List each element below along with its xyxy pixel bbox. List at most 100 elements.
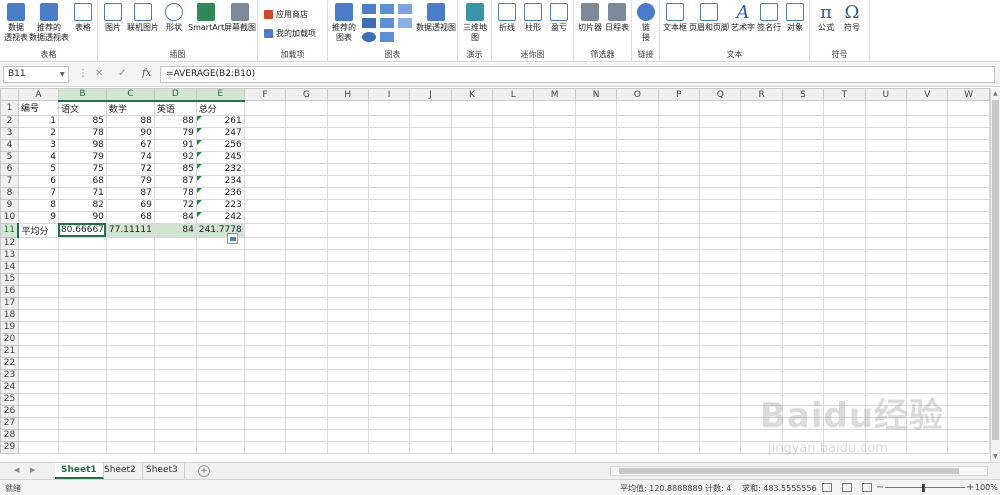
- cell-h15[interactable]: [326, 272, 369, 286]
- cell-d22[interactable]: [153, 356, 197, 370]
- cell-v20[interactable]: [906, 332, 949, 346]
- cell-o12[interactable]: [616, 236, 659, 250]
- cell-s9[interactable]: [781, 198, 825, 212]
- cell-d15[interactable]: [153, 272, 197, 286]
- cell-p27[interactable]: [657, 416, 701, 430]
- cell-e20[interactable]: [195, 332, 245, 346]
- cell-g29[interactable]: [285, 440, 328, 454]
- cell-b25[interactable]: [57, 392, 107, 406]
- cell-h20[interactable]: [326, 332, 369, 346]
- cell-h6[interactable]: [326, 162, 369, 176]
- cell-h21[interactable]: [326, 344, 369, 358]
- cell-m14[interactable]: [533, 260, 576, 274]
- cell-k18[interactable]: [450, 308, 494, 322]
- cell-g2[interactable]: [285, 114, 328, 128]
- screenshot-button[interactable]: 屏幕截图: [224, 3, 256, 33]
- cell-t21[interactable]: [823, 344, 866, 358]
- symbol-button[interactable]: Ω 符号: [840, 3, 864, 33]
- cell-o20[interactable]: [616, 332, 659, 346]
- cell-r22[interactable]: [740, 356, 783, 370]
- cell-l12[interactable]: [492, 236, 535, 250]
- cell-n23[interactable]: [574, 368, 618, 382]
- cell-e29[interactable]: [195, 440, 245, 454]
- cell-j24[interactable]: [409, 380, 452, 394]
- cell-s29[interactable]: [781, 440, 825, 454]
- status-count[interactable]: 计数: 4: [705, 483, 731, 494]
- cell-k9[interactable]: [450, 198, 494, 212]
- cell-n2[interactable]: [574, 114, 618, 128]
- cell-n6[interactable]: [574, 162, 618, 176]
- column-header-n[interactable]: N: [574, 88, 618, 101]
- cell-w25[interactable]: [947, 392, 990, 406]
- cell-n14[interactable]: [574, 260, 618, 274]
- cell-m5[interactable]: [533, 150, 576, 164]
- cell-o15[interactable]: [616, 272, 659, 286]
- cell-a14[interactable]: [17, 260, 59, 274]
- cell-e10[interactable]: 242: [195, 210, 245, 224]
- cell-j20[interactable]: [409, 332, 452, 346]
- cell-b20[interactable]: [57, 332, 107, 346]
- cell-m29[interactable]: [533, 440, 576, 454]
- cell-e22[interactable]: [195, 356, 245, 370]
- cell-d12[interactable]: [153, 236, 197, 250]
- cell-m15[interactable]: [533, 272, 576, 286]
- cell-b2[interactable]: 85: [57, 114, 107, 128]
- cell-s11[interactable]: [781, 222, 825, 238]
- timeline-button[interactable]: 日程表: [604, 3, 630, 33]
- cell-l28[interactable]: [492, 428, 535, 442]
- select-all-corner[interactable]: [0, 88, 19, 101]
- cell-i28[interactable]: [367, 428, 411, 442]
- zoom-in-icon[interactable]: +: [966, 482, 974, 493]
- cell-h19[interactable]: [326, 320, 369, 334]
- cell-i19[interactable]: [367, 320, 411, 334]
- cell-i23[interactable]: [367, 368, 411, 382]
- cell-l24[interactable]: [492, 380, 535, 394]
- cell-w18[interactable]: [947, 308, 990, 322]
- cell-r10[interactable]: [740, 210, 783, 224]
- cell-q28[interactable]: [699, 428, 742, 442]
- row-header[interactable]: 14: [0, 260, 19, 274]
- cell-p28[interactable]: [657, 428, 701, 442]
- cell-c27[interactable]: [105, 416, 155, 430]
- cell-n26[interactable]: [574, 404, 618, 418]
- cell-u19[interactable]: [864, 320, 908, 334]
- cell-t28[interactable]: [823, 428, 866, 442]
- shapes-button[interactable]: 形状: [162, 3, 186, 33]
- cell-j6[interactable]: [409, 162, 452, 176]
- cell-h16[interactable]: [326, 284, 369, 298]
- cell-q25[interactable]: [699, 392, 742, 406]
- object-button[interactable]: 对象: [782, 3, 808, 33]
- column-header-t[interactable]: T: [823, 88, 866, 101]
- cell-o16[interactable]: [616, 284, 659, 298]
- cell-p22[interactable]: [657, 356, 701, 370]
- cell-o5[interactable]: [616, 150, 659, 164]
- cell-b22[interactable]: [57, 356, 107, 370]
- cell-q16[interactable]: [699, 284, 742, 298]
- cell-v26[interactable]: [906, 404, 949, 418]
- cell-o6[interactable]: [616, 162, 659, 176]
- cell-k20[interactable]: [450, 332, 494, 346]
- cell-b3[interactable]: 78: [57, 126, 107, 140]
- cell-u29[interactable]: [864, 440, 908, 454]
- statistic-chart-icon[interactable]: [380, 18, 394, 28]
- cell-u25[interactable]: [864, 392, 908, 406]
- cell-d5[interactable]: 92: [153, 150, 197, 164]
- cell-a4[interactable]: 3: [17, 138, 59, 152]
- cell-d10[interactable]: 84: [153, 210, 197, 224]
- cell-k1[interactable]: [450, 100, 494, 116]
- cell-r27[interactable]: [740, 416, 783, 430]
- cell-q4[interactable]: [699, 138, 742, 152]
- cell-k25[interactable]: [450, 392, 494, 406]
- row-header[interactable]: 10: [0, 210, 19, 224]
- cell-q26[interactable]: [699, 404, 742, 418]
- cell-p5[interactable]: [657, 150, 701, 164]
- cell-n13[interactable]: [574, 248, 618, 262]
- cell-b4[interactable]: 98: [57, 138, 107, 152]
- cell-s27[interactable]: [781, 416, 825, 430]
- cell-e27[interactable]: [195, 416, 245, 430]
- cell-i10[interactable]: [367, 210, 411, 224]
- cell-v29[interactable]: [906, 440, 949, 454]
- cell-d21[interactable]: [153, 344, 197, 358]
- cell-m4[interactable]: [533, 138, 576, 152]
- cell-c10[interactable]: 68: [105, 210, 155, 224]
